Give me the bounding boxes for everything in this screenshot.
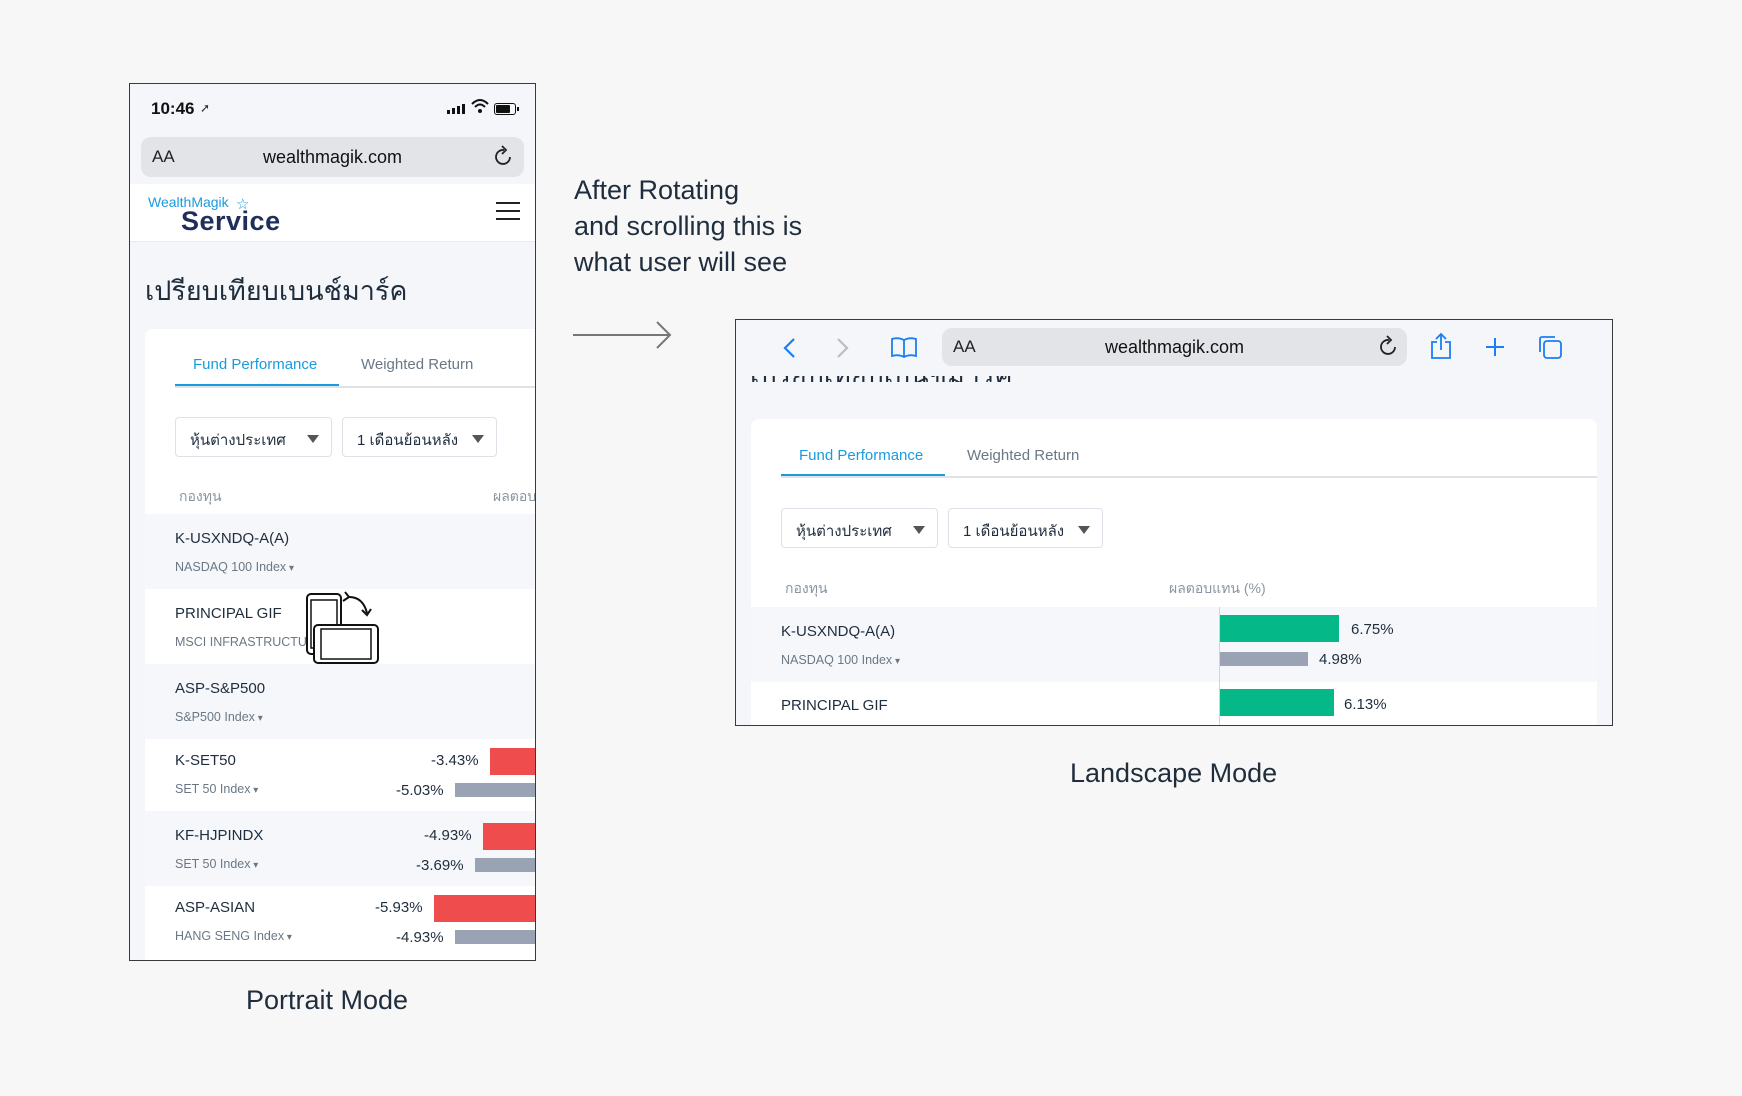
table-row[interactable]: PRINCIPAL GIF 6.13%: [751, 682, 1597, 725]
tab-divider: [175, 386, 535, 388]
fund-name: ASP-ASIAN: [175, 899, 256, 916]
benchmark-index[interactable]: NASDAQ 100 Index: [781, 653, 900, 667]
benchmark-index[interactable]: SET 50 Index: [175, 782, 258, 796]
tab-weighted-return[interactable]: Weighted Return: [967, 447, 1079, 464]
period-select[interactable]: 1 เดือนย้อนหลัง: [342, 417, 497, 457]
tab-divider: [781, 476, 1597, 478]
index-return-bar: [475, 858, 535, 872]
note-line: After Rotating: [574, 175, 740, 205]
index-return-value: -3.69%: [416, 857, 464, 874]
fund-name: K-USXNDQ-A(A): [175, 530, 290, 547]
fund-return-bar: [1220, 689, 1334, 716]
address-bar[interactable]: AA wealthmagik.com: [942, 328, 1407, 366]
note-line: what user will see: [574, 247, 788, 277]
period-select-value: 1 เดือนย้อนหลัง: [963, 523, 1065, 540]
signal-icon: [447, 104, 465, 114]
chevron-down-icon: [307, 435, 319, 443]
index-return-value: -5.03%: [396, 782, 444, 799]
page-title: เปรียบเทียบเบนช์มาร์ค: [145, 276, 408, 306]
back-icon[interactable]: [782, 337, 796, 359]
fund-return-bar: [434, 895, 535, 922]
reload-icon[interactable]: [1379, 335, 1399, 357]
fund-return-bar: [483, 823, 535, 850]
tab-bar: Fund Performance Weighted Return: [145, 329, 535, 388]
landscape-caption: Landscape Mode: [1070, 758, 1278, 788]
index-return-value: -4.93%: [396, 929, 444, 946]
fund-name: K-USXNDQ-A(A): [781, 623, 896, 640]
battery-icon: [494, 103, 519, 115]
share-icon[interactable]: [1429, 332, 1453, 360]
fund-return-value: -4.93%: [424, 827, 472, 844]
column-header-return: ผลตอบ: [493, 488, 536, 504]
fund-name: PRINCIPAL GIF: [781, 697, 888, 714]
browser-toolbar: AA wealthmagik.com: [736, 320, 1612, 376]
column-header-fund: กองทุน: [785, 580, 828, 596]
table-row[interactable]: KF-HJPINDX SET 50 Index -4.93% -3.69%: [145, 811, 535, 886]
portrait-phone-frame: 10:46 ➚ AA wealthmagik.com WealthMagik ☆…: [129, 83, 536, 961]
table-row[interactable]: K-SET50 SET 50 Index -3.43% -5.03%: [145, 736, 535, 811]
portrait-caption: Portrait Mode: [246, 985, 409, 1015]
fund-return-value: -3.43%: [431, 752, 479, 769]
column-header-return: ผลตอบแทน (%): [1169, 580, 1266, 596]
benchmark-index[interactable]: MSCI INFRASTRUCTU: [175, 635, 315, 649]
benchmark-index[interactable]: HANG SENG Index: [175, 929, 292, 943]
tab-weighted-return[interactable]: Weighted Return: [361, 356, 473, 373]
fund-name: PRINCIPAL GIF: [175, 605, 282, 622]
index-return-value: 4.98%: [1319, 651, 1362, 668]
fund-return-bar: [490, 748, 535, 775]
category-select-value: หุ้นต่างประเทศ: [796, 523, 892, 540]
chevron-down-icon: [1078, 526, 1090, 534]
index-return-bar: [455, 930, 535, 944]
forward-icon[interactable]: [836, 337, 850, 359]
reload-icon[interactable]: [494, 145, 514, 167]
status-time: 10:46: [151, 99, 195, 118]
landscape-frame: Fund Performance Weighted Return หุ้นต่า…: [735, 319, 1613, 726]
fund-name: K-SET50: [175, 752, 236, 769]
fund-name: ASP-S&P500: [175, 680, 266, 697]
benchmark-index[interactable]: NASDAQ 100 Index: [175, 560, 294, 574]
index-return-bar: [1220, 652, 1308, 666]
fund-name: KF-HJPINDX: [175, 827, 264, 844]
url-text: wealthmagik.com: [1104, 337, 1245, 357]
index-return-bar: [455, 783, 535, 797]
period-select-value: 1 เดือนย้อนหลัง: [357, 432, 459, 449]
menu-icon[interactable]: [496, 202, 520, 226]
benchmark-index[interactable]: SET 50 Index: [175, 857, 258, 871]
tab-fund-performance[interactable]: Fund Performance: [799, 447, 923, 464]
fund-return-value: -5.93%: [375, 899, 423, 916]
arrow-right-icon: [573, 321, 672, 349]
table-row[interactable]: K-USXNDQ-A(A) NASDAQ 100 Index: [145, 514, 535, 589]
address-bar[interactable]: AA wealthmagik.com: [141, 137, 524, 177]
benchmark-card: Fund Performance Weighted Return หุ้นต่า…: [751, 419, 1597, 725]
fund-return-value: 6.13%: [1344, 696, 1387, 713]
chevron-down-icon: [472, 435, 484, 443]
period-select[interactable]: 1 เดือนย้อนหลัง: [948, 508, 1103, 548]
note-line: and scrolling this is: [574, 211, 803, 241]
logo-service[interactable]: Service: [181, 206, 281, 237]
table-row[interactable]: ASP-ASIAN HANG SENG Index -5.93% -4.93%: [145, 883, 535, 958]
url-text: wealthmagik.com: [262, 147, 403, 167]
rotation-note: After Rotating and scrolling this is wha…: [574, 172, 802, 280]
site-header: WealthMagik ☆ Service: [130, 184, 535, 242]
bookmarks-icon[interactable]: [891, 336, 917, 358]
tabs-icon[interactable]: [1537, 334, 1563, 360]
table-row[interactable]: ASP-S&P500 S&P500 Index: [145, 664, 535, 739]
status-bar: 10:46 ➚: [130, 84, 535, 134]
tab-active-underline: [175, 384, 339, 386]
category-select[interactable]: หุ้นต่างประเทศ: [781, 508, 938, 548]
tab-active-underline: [781, 474, 945, 476]
chevron-down-icon: [913, 526, 925, 534]
fund-return-bar: [1220, 615, 1339, 642]
wifi-icon: [471, 99, 489, 113]
table-row[interactable]: K-USXNDQ-A(A) NASDAQ 100 Index 6.75% 4.9…: [751, 607, 1597, 682]
column-header-fund: กองทุน: [179, 488, 222, 504]
rotate-device-icon: [306, 591, 379, 664]
location-icon: ➚: [200, 101, 211, 115]
tab-fund-performance[interactable]: Fund Performance: [193, 356, 317, 373]
fund-return-value: 6.75%: [1351, 621, 1394, 638]
benchmark-index[interactable]: S&P500 Index: [175, 710, 263, 724]
category-select[interactable]: หุ้นต่างประเทศ: [175, 417, 332, 457]
category-select-value: หุ้นต่างประเทศ: [190, 432, 286, 449]
new-tab-icon[interactable]: [1484, 336, 1506, 358]
